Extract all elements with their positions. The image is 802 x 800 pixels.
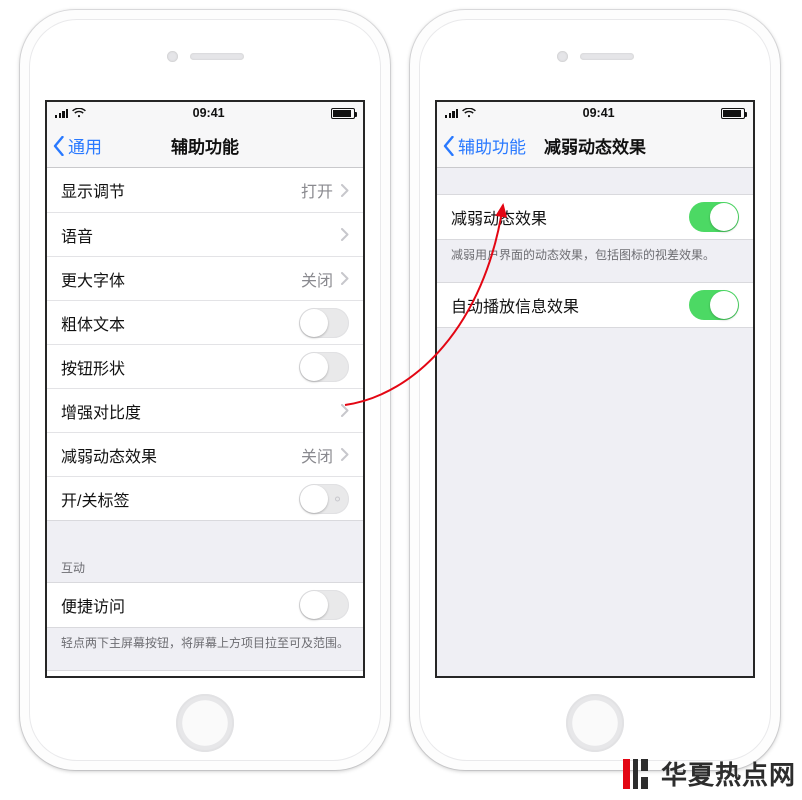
chevron-left-icon: [53, 136, 65, 156]
chevron-left-icon: [443, 136, 455, 156]
row-label: 按钮形状: [61, 355, 299, 379]
signal-icon: [55, 108, 68, 118]
row-label: 开/关标签: [61, 487, 299, 511]
back-label: 通用: [68, 133, 102, 158]
row-label: 显示调节: [61, 178, 301, 202]
screen-left: 09:41 通用 辅助功能 显示调节 打开: [45, 100, 365, 678]
group-interaction1: 便捷访问: [47, 582, 363, 628]
row-value: 打开: [301, 178, 333, 202]
phone-left: 09:41 通用 辅助功能 显示调节 打开: [20, 10, 390, 770]
page-title: 辅助功能: [171, 133, 239, 158]
row-onoff-labels[interactable]: 开/关标签: [47, 476, 363, 520]
toggle-bold-text[interactable]: [299, 308, 349, 338]
group-reduce-motion: 减弱动态效果: [437, 194, 753, 240]
chevron-right-icon: [341, 184, 349, 197]
camera-icon: [557, 51, 568, 62]
section-header-interaction: 互动: [47, 539, 363, 582]
page-title: 减弱动态效果: [544, 133, 646, 158]
row-value: 关闭: [301, 267, 333, 291]
home-button[interactable]: [176, 694, 234, 752]
status-time: 09:41: [583, 106, 615, 120]
battery-icon: [721, 108, 745, 119]
screen-right: 09:41 辅助功能 减弱动态效果 减弱动态效果: [435, 100, 755, 678]
status-bar: 09:41: [47, 102, 363, 124]
row-label: 语音: [61, 223, 341, 247]
row-label: 减弱动态效果: [451, 205, 689, 229]
row-label: 增强对比度: [61, 399, 341, 423]
nav-header: 辅助功能 减弱动态效果: [437, 124, 753, 168]
row-label: 自动播放信息效果: [451, 293, 689, 317]
row-autoplay[interactable]: 自动播放信息效果: [437, 283, 753, 327]
watermark-logo-icon: [619, 757, 653, 791]
phone-sensors: [20, 46, 390, 66]
status-bar: 09:41: [437, 102, 753, 124]
row-reduce-motion[interactable]: 减弱动态效果 关闭: [47, 432, 363, 476]
phone-sensors: [410, 46, 780, 66]
row-switch-control[interactable]: 切换控制 关闭: [47, 671, 363, 678]
section-footer-reachability: 轻点两下主屏幕按钮，将屏幕上方项目拉至可及范围。: [47, 628, 363, 656]
back-button[interactable]: 辅助功能: [443, 124, 526, 167]
speaker-icon: [190, 53, 244, 60]
toggle-autoplay[interactable]: [689, 290, 739, 320]
nav-header: 通用 辅助功能: [47, 124, 363, 168]
status-time: 09:41: [193, 106, 225, 120]
camera-icon: [167, 51, 178, 62]
row-increase-contrast[interactable]: 增强对比度: [47, 388, 363, 432]
row-larger-text[interactable]: 更大字体 关闭: [47, 256, 363, 300]
row-display[interactable]: 显示调节 打开: [47, 168, 363, 212]
chevron-right-icon: [341, 272, 349, 285]
row-label: 便捷访问: [61, 593, 299, 617]
toggle-reduce-motion[interactable]: [689, 202, 739, 232]
back-button[interactable]: 通用: [53, 124, 102, 167]
settings-list: 减弱动态效果 减弱用户界面的动态效果，包括图标的视差效果。 自动播放信息效果: [437, 168, 753, 328]
group-autoplay: 自动播放信息效果: [437, 282, 753, 328]
watermark: 华夏热点网: [619, 755, 796, 792]
row-reduce-motion-toggle[interactable]: 减弱动态效果: [437, 195, 753, 239]
row-speech[interactable]: 语音: [47, 212, 363, 256]
wifi-icon: [72, 108, 86, 118]
row-label: 减弱动态效果: [61, 443, 301, 467]
settings-list: 显示调节 打开 语音 更大字体 关闭 粗体文本: [47, 168, 363, 678]
speaker-icon: [580, 53, 634, 60]
chevron-right-icon: [341, 404, 349, 417]
toggle-button-shapes[interactable]: [299, 352, 349, 382]
phone-right: 09:41 辅助功能 减弱动态效果 减弱动态效果: [410, 10, 780, 770]
row-value: 关闭: [301, 443, 333, 467]
battery-icon: [331, 108, 355, 119]
chevron-right-icon: [341, 228, 349, 241]
row-reachability[interactable]: 便捷访问: [47, 583, 363, 627]
section-footer-reduce-motion: 减弱用户界面的动态效果，包括图标的视差效果。: [437, 240, 753, 268]
watermark-text: 华夏热点网: [661, 755, 796, 792]
signal-icon: [445, 108, 458, 118]
chevron-right-icon: [341, 448, 349, 461]
group-interaction2: 切换控制 关闭 AssistiveTouch 关闭: [47, 670, 363, 678]
toggle-onoff-labels[interactable]: [299, 484, 349, 514]
row-label: 粗体文本: [61, 311, 299, 335]
row-label: 更大字体: [61, 267, 301, 291]
wifi-icon: [462, 108, 476, 118]
group-visual: 显示调节 打开 语音 更大字体 关闭 粗体文本: [47, 168, 363, 521]
home-button[interactable]: [566, 694, 624, 752]
back-label: 辅助功能: [458, 133, 526, 158]
row-button-shapes[interactable]: 按钮形状: [47, 344, 363, 388]
toggle-reachability[interactable]: [299, 590, 349, 620]
row-bold-text[interactable]: 粗体文本: [47, 300, 363, 344]
